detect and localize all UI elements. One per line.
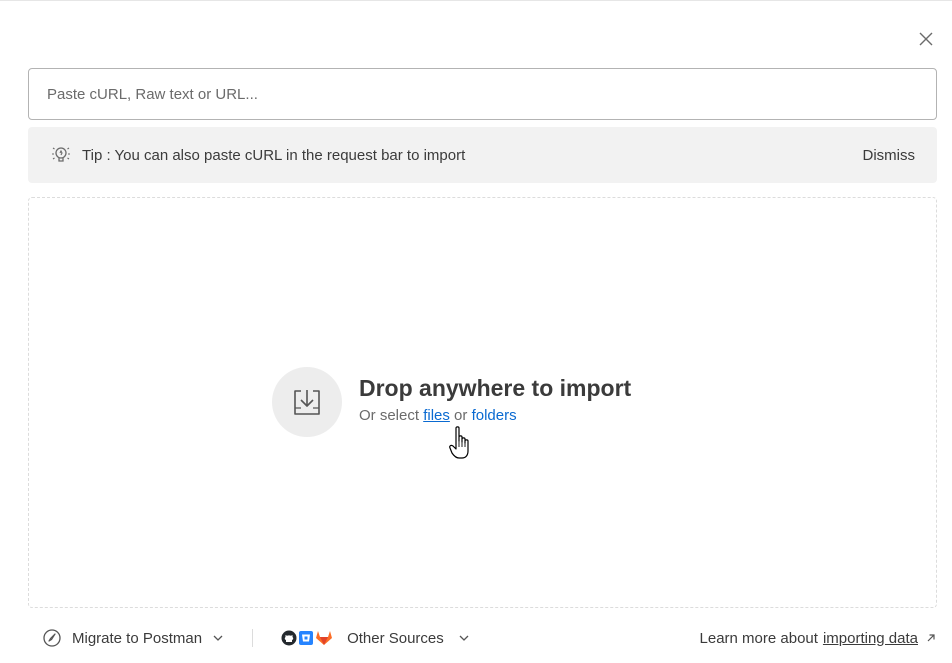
or-text: or	[454, 406, 468, 424]
tip-banner: Tip : You can also paste cURL in the req…	[28, 127, 937, 183]
migrate-dropdown[interactable]: Migrate to Postman	[42, 628, 224, 648]
compass-icon	[43, 629, 61, 647]
other-sources-label: Other Sources	[347, 629, 444, 647]
other-sources-dropdown[interactable]: Other Sources	[281, 630, 470, 647]
footer-bar: Migrate to Postman Other Sources Learn m…	[28, 621, 937, 655]
learn-prefix: Learn more about	[699, 629, 818, 647]
close-icon	[919, 32, 933, 46]
dismiss-button[interactable]: Dismiss	[863, 147, 916, 164]
importing-data-link[interactable]: importing data	[823, 630, 918, 647]
external-link-icon	[927, 634, 935, 642]
paste-input[interactable]	[28, 68, 937, 120]
gitlab-icon	[316, 631, 333, 645]
files-link[interactable]: files	[423, 407, 450, 424]
drop-title: Drop anywhere to import	[359, 374, 632, 401]
footer-divider	[252, 629, 254, 647]
chevron-down-icon	[459, 635, 469, 641]
close-button[interactable]	[912, 25, 940, 53]
chevron-down-icon	[213, 635, 223, 641]
select-prefix: Or select	[359, 406, 420, 424]
hand-pointer-cursor-icon	[449, 426, 469, 459]
migrate-label: Migrate to Postman	[72, 629, 203, 647]
learn-more: Learn more about importing data	[700, 630, 937, 647]
folders-link[interactable]: folders	[472, 407, 517, 424]
lightbulb-icon	[50, 144, 72, 166]
import-dialog: Tip : You can also paste cURL in the req…	[0, 0, 952, 663]
tip-text: Tip : You can also paste cURL in the req…	[82, 146, 466, 164]
import-tray-icon	[272, 367, 342, 437]
github-icon	[281, 630, 297, 646]
bitbucket-icon	[299, 631, 314, 645]
drop-subtitle: Or select files or folders	[359, 407, 631, 424]
